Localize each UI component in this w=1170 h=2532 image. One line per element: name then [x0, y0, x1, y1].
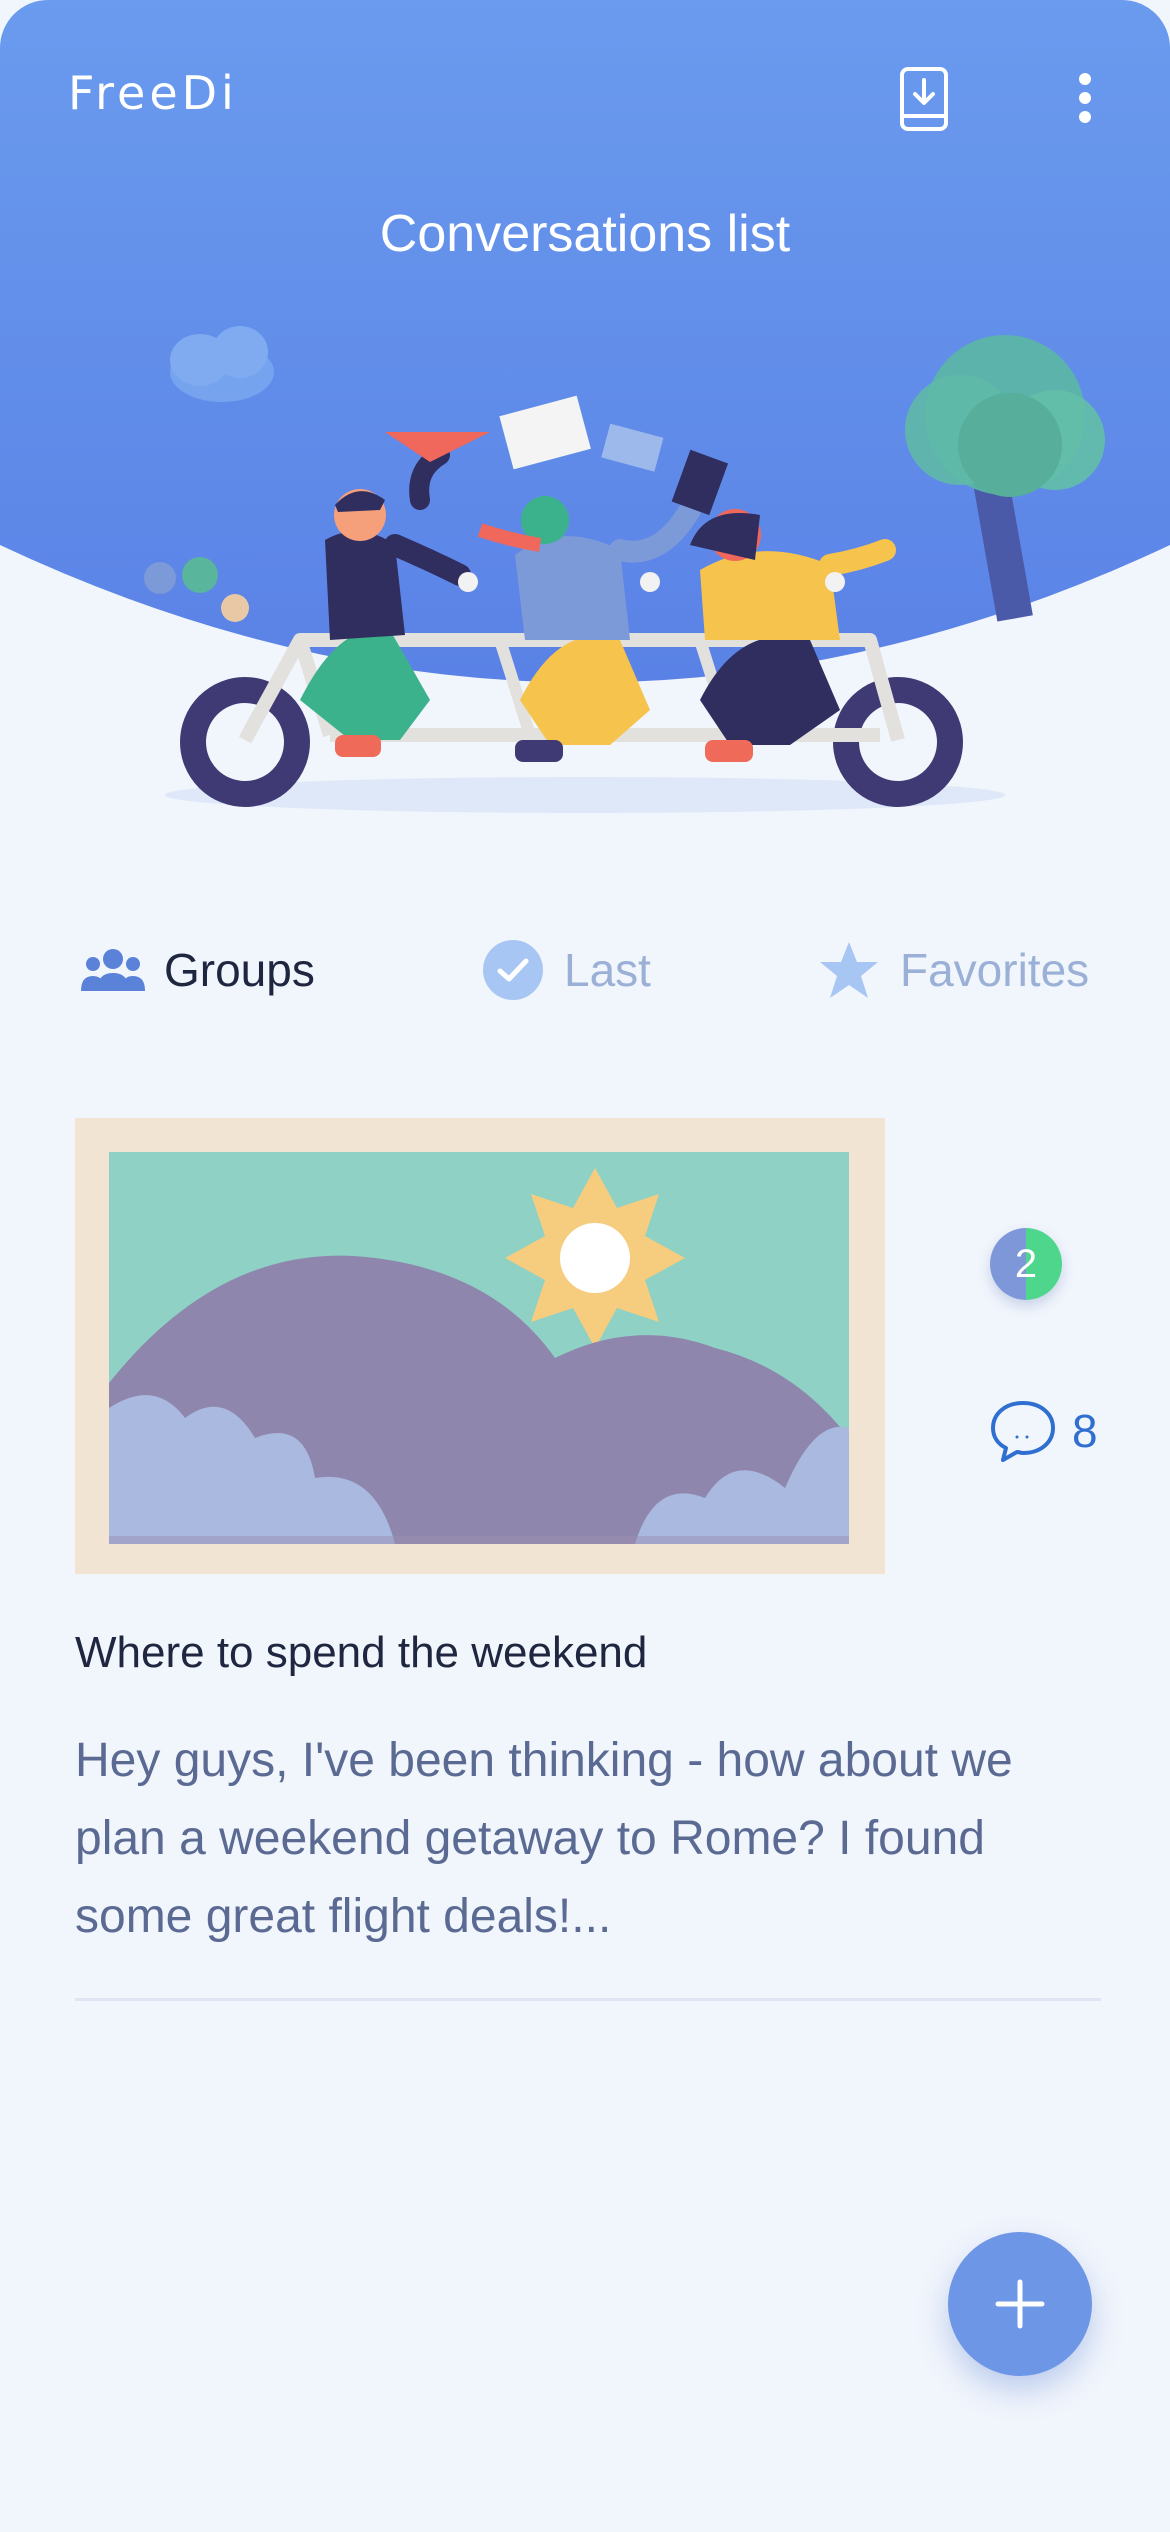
page-title: Conversations list — [379, 205, 791, 263]
add-conversation-button[interactable] — [948, 2232, 1092, 2376]
conversation-title: Where to spend the weekend — [75, 1628, 648, 1677]
plus-icon — [995, 2279, 1045, 2329]
conversation-item[interactable]: 2 8 Where to spend the weekend Hey guys,… — [75, 1118, 1101, 2002]
tab-groups[interactable]: Groups — [78, 930, 315, 1010]
tab-groups-label: Groups — [164, 944, 315, 996]
flowers-decoration — [144, 557, 249, 622]
tab-favorites-label: Favorites — [900, 944, 1090, 996]
comments-count[interactable]: 8 — [990, 1396, 1098, 1466]
app-logo: FreeDi — [68, 66, 238, 120]
more-menu-button[interactable] — [1060, 68, 1110, 128]
conversation-preview: Hey guys, I've been thinking - how about… — [75, 1734, 1013, 1943]
tandem-bike-illustration — [144, 326, 1105, 813]
speech-bubble-icon — [991, 1401, 1055, 1462]
cloud-decoration — [170, 326, 274, 402]
unread-count-badge: 2 — [990, 1228, 1062, 1300]
comments-count-value: 8 — [1072, 1405, 1098, 1457]
tree-decoration — [905, 335, 1105, 622]
groups-icon — [78, 938, 148, 1002]
conversation-tabs: Groups Last Favorites — [0, 930, 1170, 1010]
tab-favorites[interactable]: Favorites — [814, 930, 1089, 1010]
tab-last[interactable]: Last — [478, 930, 651, 1010]
more-vertical-icon — [1079, 73, 1091, 123]
app-screen: FreeDi Conversations list Groups Last Fa… — [0, 0, 1170, 2532]
tab-last-label: Last — [564, 944, 651, 996]
rider-left — [300, 445, 471, 757]
top-bar: FreeDi — [0, 0, 1170, 200]
download-button[interactable] — [896, 64, 952, 134]
list-divider — [75, 1998, 1101, 2001]
landscape-mountain-sun-image — [75, 1118, 885, 1574]
clock-check-icon — [478, 938, 548, 1002]
download-phone-icon — [900, 67, 948, 131]
star-icon — [814, 938, 884, 1002]
